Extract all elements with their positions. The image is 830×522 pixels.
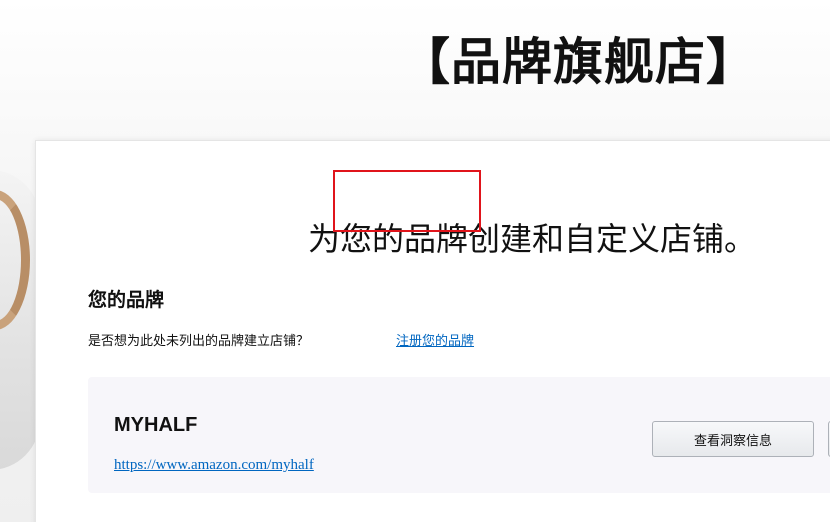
unlisted-brand-question: 是否想为此处未列出的品牌建立店铺？ <box>88 334 310 349</box>
page-headline: 为您的品牌创建和自定义店铺。 <box>308 220 757 258</box>
your-brands-title: 您的品牌 <box>88 289 165 311</box>
banner-title: 【品牌旗舰店】 <box>400 33 757 91</box>
brand-stores-card: 为您的品牌创建和自定义店铺。 您的品牌 是否想为此处未列出的品牌建立店铺？ 注册… <box>35 140 830 522</box>
brand-store-url-link[interactable]: https://www.amazon.com/myhalf <box>114 455 314 475</box>
register-brand-link[interactable]: 注册您的品牌 <box>396 333 474 351</box>
brand-row: MYHALF https://www.amazon.com/myhalf 查看洞… <box>88 377 830 493</box>
brand-name: MYHALF <box>114 414 198 436</box>
view-insights-button[interactable]: 查看洞察信息 <box>652 421 814 457</box>
page: 【品牌旗舰店】 为您的品牌创建和自定义店铺。 您的品牌 是否想为此处未列出的品牌… <box>0 0 830 522</box>
